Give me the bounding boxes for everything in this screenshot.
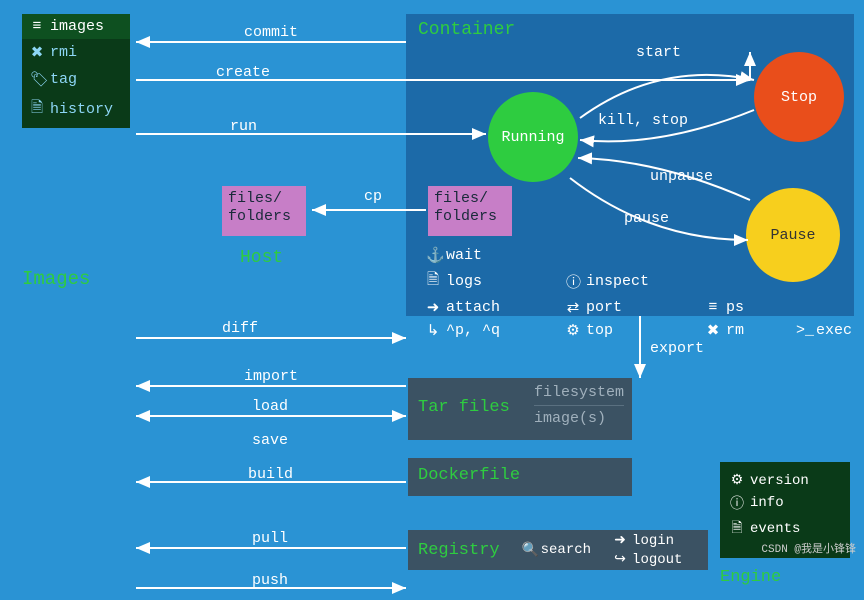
- host-heading: Host: [240, 248, 283, 268]
- cmd-attach: ➜attach: [426, 298, 536, 317]
- images-heading: Images: [22, 268, 90, 290]
- cmd-top: ⚙top: [566, 321, 676, 340]
- doc-icon: 🗎: [730, 517, 744, 541]
- state-running: Running: [488, 92, 578, 182]
- cmd-ps: ≡ps: [706, 298, 816, 317]
- cmd-logs: 🗎logs: [426, 269, 536, 294]
- cmd-inspect: ⓘinspect: [566, 269, 676, 294]
- engine-version: ⚙version: [730, 470, 840, 491]
- gear-icon: ⚙: [566, 321, 580, 340]
- registry-login: ➜login: [613, 532, 682, 549]
- files-folders-host: files/ folders: [222, 186, 306, 236]
- arrow-start: start: [636, 44, 681, 61]
- list-icon: ≡: [706, 299, 720, 316]
- engine-events: 🗎events: [730, 515, 840, 543]
- doc-icon: 🗎: [30, 97, 44, 122]
- dockerfile-panel: Dockerfile: [408, 458, 632, 496]
- tar-files-panel: Tar files filesystem image(s): [408, 378, 632, 440]
- logout-icon: ↪: [613, 551, 627, 568]
- doc-icon: 🗎: [426, 269, 440, 294]
- sidebar-item-images[interactable]: ≡ images: [22, 14, 130, 39]
- tag-icon: 🏷: [30, 70, 44, 89]
- state-stop: Stop: [754, 52, 844, 142]
- registry-heading: Registry: [418, 541, 500, 560]
- container-commands: ⚓wait 🗎logs ⓘinspect ➜attach ⇄port ≡ps ↳…: [426, 244, 846, 342]
- arrow-in-icon: ➜: [426, 298, 440, 317]
- arrow-push: push: [252, 572, 288, 589]
- list-icon: ≡: [30, 18, 44, 35]
- arrow-create: create: [216, 64, 270, 81]
- sidebar-item-history[interactable]: 🗎 history: [22, 93, 130, 126]
- container-heading: Container: [418, 20, 515, 40]
- terminal-icon: >_: [796, 322, 810, 339]
- sidebar-item-label: history: [50, 101, 113, 118]
- arrow-save: save: [252, 432, 288, 449]
- cmd-exec: >_exec: [796, 321, 864, 340]
- swap-icon: ⇄: [566, 298, 580, 317]
- tar-filesystem: filesystem: [534, 384, 624, 401]
- arrow-run: run: [230, 118, 257, 135]
- info-icon: ⓘ: [566, 271, 580, 292]
- anchor-icon: ⚓: [426, 246, 440, 265]
- x-icon: ✖: [30, 43, 44, 62]
- arrow-diff: diff: [222, 320, 258, 337]
- sidebar-item-label: tag: [50, 71, 77, 88]
- arrow-import: import: [244, 368, 298, 385]
- cmd-wait: ⚓wait: [426, 246, 536, 265]
- watermark: CSDN @我是小锋锋: [761, 540, 856, 556]
- sidebar-item-rmi[interactable]: ✖ rmi: [22, 39, 130, 66]
- arrow-build: build: [248, 466, 293, 483]
- engine-info: ⓘinfo: [730, 491, 840, 515]
- sidebar-item-label: images: [50, 18, 104, 35]
- info-icon: ⓘ: [730, 493, 744, 513]
- sidebar: ≡ images ✖ rmi 🏷 tag 🗎 history: [22, 14, 130, 128]
- x-icon: ✖: [706, 321, 720, 340]
- login-icon: ➜: [613, 532, 627, 549]
- engine-heading: Engine: [720, 568, 781, 587]
- tar-images: image(s): [534, 405, 624, 427]
- gear-icon: ⚙: [730, 472, 744, 489]
- tar-files-heading: Tar files: [408, 378, 520, 417]
- cmd-port: ⇄port: [566, 298, 676, 317]
- search-icon: 🔍: [522, 542, 536, 559]
- arrow-kill-stop: kill, stop: [598, 112, 688, 129]
- registry-logout: ↪logout: [613, 551, 682, 568]
- sidebar-item-label: rmi: [50, 44, 77, 61]
- arrow-unpause: unpause: [650, 168, 713, 185]
- cmd-rm: ✖rm: [706, 321, 766, 340]
- arrow-commit: commit: [244, 24, 298, 41]
- arrow-load: load: [252, 398, 288, 415]
- registry-panel: Registry 🔍search ➜login ↪logout: [408, 530, 708, 570]
- files-folders-container: files/ folders: [428, 186, 512, 236]
- arrow-pause: pause: [624, 210, 669, 227]
- cmd-pq: ↳^p, ^q: [426, 321, 536, 340]
- arrow-export: export: [650, 340, 704, 357]
- escape-icon: ↳: [426, 321, 440, 340]
- arrow-pull: pull: [252, 530, 288, 547]
- registry-search: 🔍search: [522, 542, 591, 559]
- sidebar-item-tag[interactable]: 🏷 tag: [22, 66, 130, 93]
- arrow-cp: cp: [364, 188, 382, 205]
